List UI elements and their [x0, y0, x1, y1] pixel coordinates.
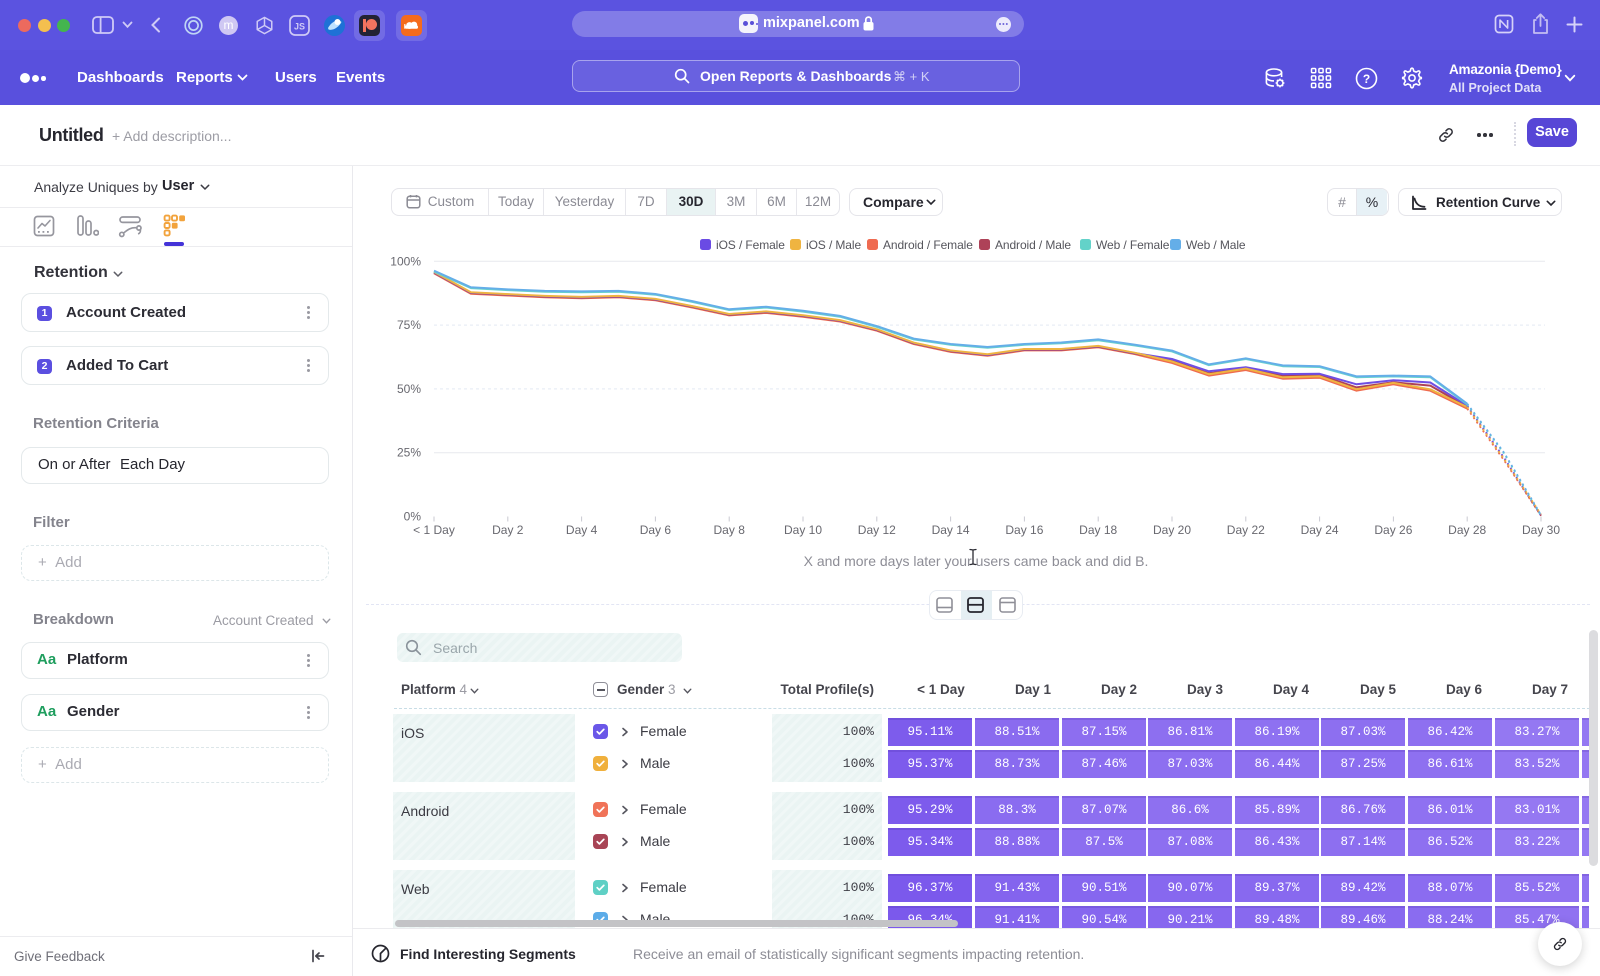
svg-text:< 1 Day: < 1 Day: [413, 523, 455, 537]
svg-text:Day 16: Day 16: [1005, 523, 1043, 537]
svg-text:0%: 0%: [404, 510, 422, 524]
svg-text:50%: 50%: [397, 382, 421, 396]
svg-text:Day 28: Day 28: [1448, 523, 1486, 537]
svg-text:Day 4: Day 4: [566, 523, 598, 537]
svg-text:25%: 25%: [397, 446, 421, 460]
svg-text:Day 10: Day 10: [784, 523, 822, 537]
svg-text:Day 12: Day 12: [858, 523, 896, 537]
svg-text:Day 18: Day 18: [1079, 523, 1117, 537]
svg-text:?: ?: [1363, 72, 1370, 86]
svg-text:JS: JS: [294, 21, 305, 31]
svg-text:Day 22: Day 22: [1227, 523, 1265, 537]
svg-text:Day 14: Day 14: [932, 523, 970, 537]
svg-text:75%: 75%: [397, 318, 421, 332]
svg-text:Day 30: Day 30: [1522, 523, 1560, 537]
svg-text:Day 8: Day 8: [714, 523, 746, 537]
svg-text:Day 20: Day 20: [1153, 523, 1191, 537]
svg-text:Day 24: Day 24: [1301, 523, 1339, 537]
svg-text:Day 2: Day 2: [492, 523, 524, 537]
svg-text:Day 6: Day 6: [640, 523, 672, 537]
svg-text:100%: 100%: [390, 254, 421, 268]
svg-text:Day 26: Day 26: [1374, 523, 1412, 537]
